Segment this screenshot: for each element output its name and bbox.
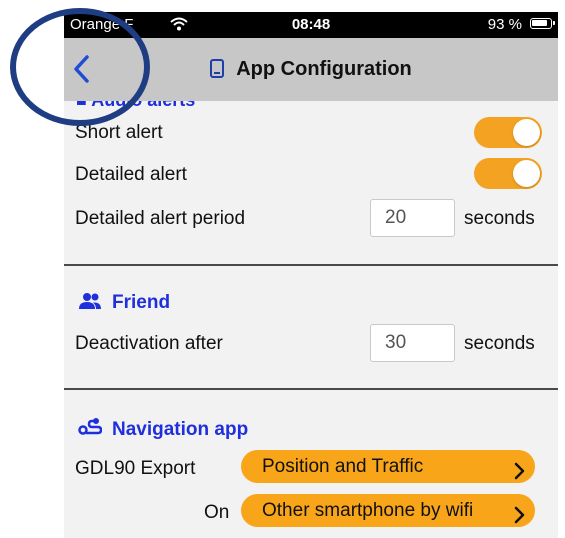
section-divider <box>64 388 558 390</box>
navigation-bar: App Configuration <box>64 38 558 101</box>
detailed-alert-period-label: Detailed alert period <box>75 208 246 229</box>
route-icon <box>78 417 103 443</box>
short-alert-label: Short alert <box>75 122 163 143</box>
tablet-icon <box>210 59 225 78</box>
gdl90-export-value: Position and Traffic <box>262 456 424 477</box>
gdl90-export-label: GDL90 Export <box>75 458 196 479</box>
status-time: 08:48 <box>291 16 331 33</box>
section-title-friend: Friend <box>78 292 170 316</box>
export-target-select[interactable]: Other smartphone by wifi <box>241 494 535 527</box>
chevron-right-icon <box>513 458 525 491</box>
short-alert-toggle[interactable] <box>474 117 542 148</box>
detailed-alert-label: Detailed alert <box>75 164 187 185</box>
battery-percent: 93 % <box>487 16 522 33</box>
battery-icon <box>530 18 555 29</box>
gdl90-export-select[interactable]: Position and Traffic <box>241 450 535 483</box>
deactivation-after-unit: seconds <box>464 333 535 354</box>
app-screen: Orange F 08:48 93 % App Configuration ■ … <box>64 12 558 538</box>
section-divider <box>64 264 558 266</box>
chevron-right-icon <box>513 502 525 535</box>
section-title-navigation-app: Navigation app <box>78 417 248 443</box>
detailed-alert-period-input[interactable] <box>370 199 455 237</box>
deactivation-after-input[interactable] <box>370 324 455 362</box>
detailed-alert-period-unit: seconds <box>464 208 535 229</box>
export-target-value: Other smartphone by wifi <box>262 500 474 521</box>
users-icon <box>78 292 102 316</box>
detailed-alert-toggle[interactable] <box>474 158 542 189</box>
on-label: On <box>204 502 230 523</box>
deactivation-after-label: Deactivation after <box>75 333 223 354</box>
page-title: App Configuration <box>64 58 558 81</box>
status-bar: Orange F 08:48 93 % <box>64 12 558 38</box>
